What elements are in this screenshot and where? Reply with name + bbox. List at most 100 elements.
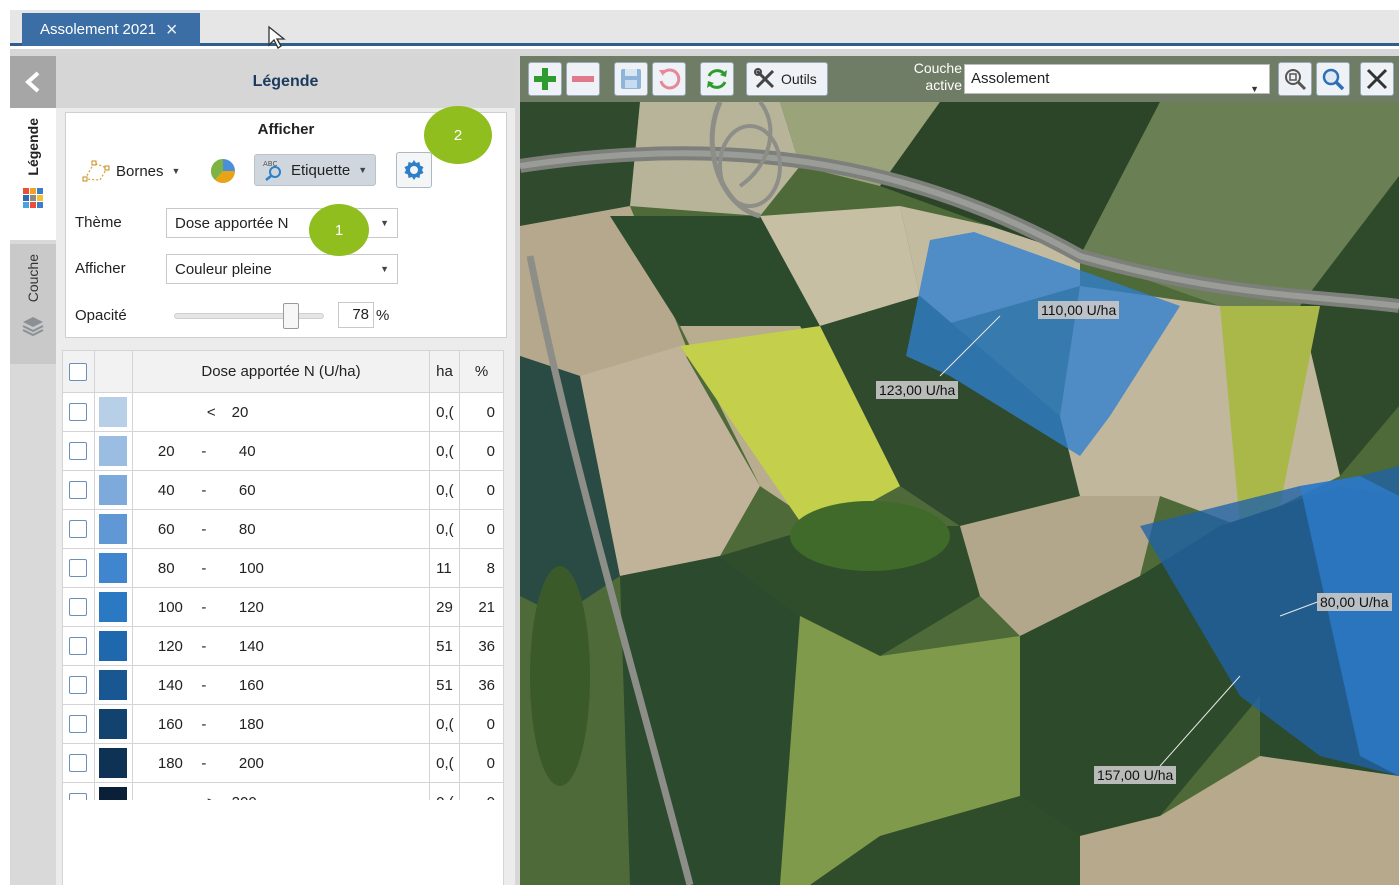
range-low: 140 xyxy=(157,676,183,694)
legend-table: Dose apportée N (U/ha) ha % <20 0,(0 20 - 40… xyxy=(62,350,504,822)
row-checkbox[interactable] xyxy=(69,598,88,617)
table-row[interactable]: 160- 180 0,(0 xyxy=(62,704,504,744)
chevron-down-icon: ▼ xyxy=(171,166,181,176)
opacity-slider-handle[interactable] xyxy=(283,303,299,329)
range-high: 40 xyxy=(238,442,256,460)
color-swatch[interactable] xyxy=(99,553,128,583)
map-label-123: 123,00 U/ha xyxy=(876,381,959,399)
range-cell: 40 - 60 xyxy=(131,470,431,510)
table-row[interactable]: 140- 160 51 36 xyxy=(62,665,504,705)
save-icon xyxy=(621,69,641,89)
legend-grid-icon xyxy=(23,187,43,208)
color-swatch[interactable] xyxy=(99,709,128,739)
table-row[interactable]: 100- 120 29 21 xyxy=(62,587,504,627)
range-low: 40 xyxy=(157,481,175,499)
tab-legende[interactable]: Légende xyxy=(10,108,56,240)
opacity-input[interactable]: 78 xyxy=(338,302,374,328)
color-swatch[interactable] xyxy=(99,631,128,661)
panel-title: Légende xyxy=(56,56,515,108)
select-all-checkbox[interactable] xyxy=(69,362,88,381)
range-separator: - xyxy=(201,481,207,499)
table-row[interactable]: 20 - 40 0,(0 xyxy=(62,431,504,471)
chevron-down-icon: ▼ xyxy=(358,165,368,175)
tab-assolement-2021[interactable]: Assolement 2021 × xyxy=(22,13,200,46)
bornes-button[interactable]: Bornes ▼ xyxy=(82,156,180,186)
range-separator: - xyxy=(201,442,207,460)
zoom-extent-button[interactable] xyxy=(1278,62,1312,96)
active-layer-value: Assolement xyxy=(971,70,1050,87)
color-swatch[interactable] xyxy=(99,397,128,427)
pie-chart-button[interactable] xyxy=(210,158,236,184)
range-high: 200 xyxy=(238,754,264,772)
column-header-pct: % xyxy=(459,350,504,393)
remove-button[interactable] xyxy=(566,62,600,96)
settings-button[interactable] xyxy=(396,152,432,188)
tab-title: Assolement 2021 xyxy=(40,21,156,38)
zoom-button[interactable] xyxy=(1316,62,1350,96)
afficher-label: Afficher xyxy=(75,260,126,277)
plus-icon xyxy=(534,68,556,90)
undo-button[interactable] xyxy=(652,62,686,96)
range-low: 20 xyxy=(157,442,175,460)
ha-cell: 0,( xyxy=(429,743,461,783)
ha-cell: 51 xyxy=(429,665,461,705)
row-checkbox[interactable] xyxy=(69,442,88,461)
gear-icon xyxy=(404,160,424,180)
table-row[interactable]: 80 - 100 11 8 xyxy=(62,548,504,588)
color-swatch[interactable] xyxy=(99,748,128,778)
outils-label: Outils xyxy=(781,71,817,87)
row-checkbox[interactable] xyxy=(69,481,88,500)
color-swatch[interactable] xyxy=(99,592,128,622)
table-row[interactable]: 180- 200 0,(0 xyxy=(62,743,504,783)
ha-cell: 0,( xyxy=(429,509,461,549)
color-swatch[interactable] xyxy=(99,475,128,505)
tab-bar: Assolement 2021 × xyxy=(10,10,1399,46)
mouse-cursor-icon xyxy=(268,25,286,49)
chevron-down-icon: ▼ xyxy=(380,264,389,274)
afficher-value: Couleur pleine xyxy=(175,260,272,278)
ha-cell: 51 xyxy=(429,626,461,666)
row-checkbox[interactable] xyxy=(69,715,88,734)
active-layer-select[interactable]: Assolement ▼ xyxy=(964,64,1270,94)
save-button[interactable] xyxy=(614,62,648,96)
row-checkbox[interactable] xyxy=(69,754,88,773)
map-view[interactable]: 110,00 U/ha 123,00 U/ha 80,00 U/ha 157,0… xyxy=(520,56,1399,885)
tools-icon xyxy=(754,68,775,89)
expand-icon xyxy=(1366,68,1388,90)
map-label-110: 110,00 U/ha xyxy=(1038,301,1120,319)
etiquette-button[interactable]: ABC Etiquette ▼ xyxy=(254,154,377,186)
refresh-button[interactable] xyxy=(700,62,734,96)
range-separator: - xyxy=(201,637,207,655)
callout-badge-1: 1 xyxy=(309,204,369,256)
pct-cell: 0 xyxy=(459,392,504,432)
opacity-slider[interactable] xyxy=(174,313,324,319)
collapse-panel-button[interactable] xyxy=(10,56,56,108)
ha-cell: 11 xyxy=(429,548,461,588)
map-label-80: 80,00 U/ha xyxy=(1317,593,1392,611)
zoom-full-button[interactable] xyxy=(1360,62,1394,96)
row-checkbox[interactable] xyxy=(69,676,88,695)
color-swatch[interactable] xyxy=(99,514,128,544)
ha-cell: 29 xyxy=(429,587,461,627)
color-swatch[interactable] xyxy=(99,670,128,700)
add-button[interactable] xyxy=(528,62,562,96)
outils-button[interactable]: Outils xyxy=(746,62,828,96)
row-checkbox[interactable] xyxy=(69,520,88,539)
row-checkbox[interactable] xyxy=(69,559,88,578)
table-row[interactable]: 60 - 80 0,(0 xyxy=(62,509,504,549)
color-swatch[interactable] xyxy=(99,436,128,466)
tab-couche[interactable]: Couche xyxy=(10,244,56,364)
aerial-map-image xyxy=(520,56,1399,885)
pie-chart-icon xyxy=(210,158,236,184)
table-row[interactable]: 40 - 60 0,(0 xyxy=(62,470,504,510)
close-icon[interactable]: × xyxy=(166,20,178,40)
range-low: 100 xyxy=(157,598,183,616)
pct-cell: 0 xyxy=(459,704,504,744)
table-row[interactable]: <20 0,(0 xyxy=(62,392,504,432)
row-checkbox[interactable] xyxy=(69,403,88,422)
row-checkbox[interactable] xyxy=(69,637,88,656)
table-row[interactable]: 120- 140 51 36 xyxy=(62,626,504,666)
afficher-select[interactable]: Couleur pleine ▼ xyxy=(166,254,398,284)
table-header-row: Dose apportée N (U/ha) ha % xyxy=(62,350,504,393)
range-separator: - xyxy=(201,598,207,616)
